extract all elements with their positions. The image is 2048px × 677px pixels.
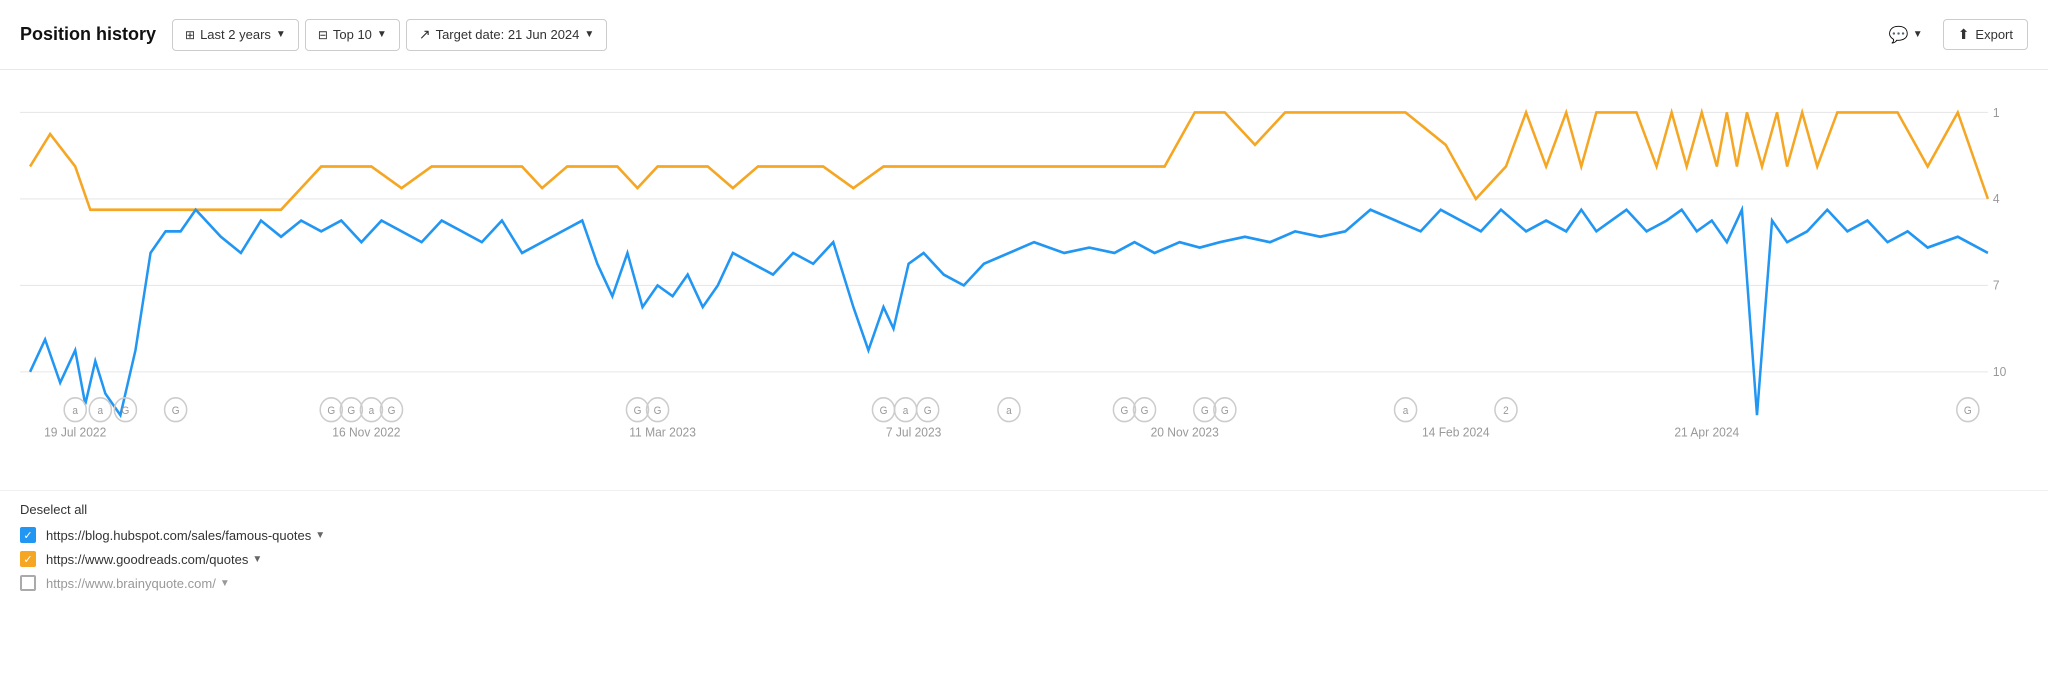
svg-text:4: 4 [1993, 192, 2000, 207]
brainyquote-url-button[interactable]: https://www.brainyquote.com/ ▼ [46, 576, 230, 591]
toolbar-right: 💬 ▼ ⬆ Export [1879, 19, 2028, 50]
svg-text:G: G [388, 406, 396, 417]
calendar-icon: ⊞ [185, 28, 195, 42]
svg-text:a: a [1006, 406, 1012, 417]
legend-area: Deselect all ✓ https://blog.hubspot.com/… [0, 490, 2048, 607]
svg-text:a: a [369, 406, 375, 417]
svg-text:G: G [347, 406, 355, 417]
export-button[interactable]: ⬆ Export [1943, 19, 2028, 50]
comment-button[interactable]: 💬 ▼ [1879, 20, 1933, 50]
deselect-all-button[interactable]: Deselect all [20, 502, 87, 517]
chevron-down-icon4: ▼ [1913, 29, 1923, 40]
list-item: https://www.brainyquote.com/ ▼ [20, 575, 2028, 591]
svg-text:a: a [903, 406, 909, 417]
chevron-down-icon2: ▼ [377, 29, 387, 40]
date-range-button[interactable]: ⊞ Last 2 years ▼ [172, 19, 299, 51]
marker-G-4: G [340, 398, 362, 422]
marker-a-5: a [998, 398, 1020, 422]
goodreads-checkbox[interactable]: ✓ [20, 551, 36, 567]
list-item: ✓ https://www.goodreads.com/quotes ▼ [20, 551, 2028, 567]
svg-text:G: G [172, 406, 180, 417]
chart-area: 1 4 7 10 19 Jul 2022 16 Nov 2022 11 Mar … [0, 70, 2048, 490]
brainyquote-checkbox[interactable] [20, 575, 36, 591]
svg-text:19 Jul 2022: 19 Jul 2022 [44, 425, 106, 440]
marker-G-13: G [1214, 398, 1236, 422]
marker-G-6: G [626, 398, 648, 422]
svg-text:G: G [1141, 406, 1149, 417]
check-icon2: ✓ [23, 553, 32, 566]
orange-line [30, 112, 1988, 209]
chevron-down-icon6: ▼ [252, 554, 262, 565]
legend-items: ✓ https://blog.hubspot.com/sales/famous-… [20, 527, 2028, 591]
svg-text:G: G [1964, 406, 1972, 417]
marker-G-3: G [320, 398, 342, 422]
svg-text:a: a [98, 406, 104, 417]
goodreads-url: https://www.goodreads.com/quotes [46, 552, 248, 567]
check-icon: ✓ [23, 529, 32, 542]
svg-text:16 Nov 2022: 16 Nov 2022 [332, 425, 400, 440]
svg-text:a: a [1403, 406, 1409, 417]
svg-text:G: G [654, 406, 662, 417]
hubspot-url: https://blog.hubspot.com/sales/famous-qu… [46, 528, 311, 543]
svg-text:G: G [122, 406, 130, 417]
date-range-label: Last 2 years [200, 27, 271, 42]
list-item: ✓ https://blog.hubspot.com/sales/famous-… [20, 527, 2028, 543]
chevron-down-icon: ▼ [276, 29, 286, 40]
comment-icon: 💬 [1889, 25, 1909, 45]
svg-text:2: 2 [1503, 406, 1509, 417]
svg-text:14 Feb 2024: 14 Feb 2024 [1422, 425, 1490, 440]
goodreads-url-button[interactable]: https://www.goodreads.com/quotes ▼ [46, 552, 262, 567]
position-chart: 1 4 7 10 19 Jul 2022 16 Nov 2022 11 Mar … [20, 80, 2008, 480]
svg-text:G: G [880, 406, 888, 417]
svg-text:G: G [1201, 406, 1209, 417]
trend-icon: ↗ [419, 26, 431, 43]
marker-G-2: G [165, 398, 187, 422]
svg-text:10: 10 [1993, 365, 2006, 380]
hubspot-url-button[interactable]: https://blog.hubspot.com/sales/famous-qu… [46, 528, 325, 543]
svg-text:G: G [1121, 406, 1129, 417]
grid-icon: ⊟ [318, 28, 328, 42]
export-icon: ⬆ [1958, 26, 1970, 43]
svg-text:G: G [1221, 406, 1229, 417]
toolbar: Position history ⊞ Last 2 years ▼ ⊟ Top … [0, 0, 2048, 70]
target-date-button[interactable]: ↗ Target date: 21 Jun 2024 ▼ [406, 19, 607, 51]
marker-G-11: G [1133, 398, 1155, 422]
svg-text:1: 1 [1993, 105, 2000, 120]
svg-text:G: G [327, 406, 335, 417]
top-filter-button[interactable]: ⊟ Top 10 ▼ [305, 19, 400, 51]
marker-a-4: a [895, 398, 917, 422]
marker-2: 2 [1495, 398, 1517, 422]
marker-a-3: a [360, 398, 382, 422]
hubspot-checkbox[interactable]: ✓ [20, 527, 36, 543]
chevron-down-icon3: ▼ [584, 29, 594, 40]
top-label: Top 10 [333, 27, 372, 42]
svg-text:20 Nov 2023: 20 Nov 2023 [1151, 425, 1219, 440]
svg-text:G: G [634, 406, 642, 417]
svg-text:7: 7 [1993, 278, 2000, 293]
marker-a-2: a [89, 398, 111, 422]
svg-text:G: G [924, 406, 932, 417]
page-container: Position history ⊞ Last 2 years ▼ ⊟ Top … [0, 0, 2048, 607]
brainyquote-url: https://www.brainyquote.com/ [46, 576, 216, 591]
marker-G-7: G [647, 398, 669, 422]
marker-a-6: a [1395, 398, 1417, 422]
marker-G-9: G [917, 398, 939, 422]
marker-G-5: G [380, 398, 402, 422]
chevron-down-icon5: ▼ [315, 530, 325, 541]
svg-text:a: a [72, 406, 78, 417]
marker-G-12: G [1194, 398, 1216, 422]
marker-G-14: G [1957, 398, 1979, 422]
svg-text:21 Apr 2024: 21 Apr 2024 [1674, 425, 1739, 440]
marker-a-1: a [64, 398, 86, 422]
export-label: Export [1975, 27, 2013, 42]
page-title: Position history [20, 24, 156, 45]
blue-line [30, 210, 1988, 415]
svg-text:11 Mar 2023: 11 Mar 2023 [629, 425, 696, 440]
chevron-down-icon7: ▼ [220, 578, 230, 589]
marker-G-8: G [872, 398, 894, 422]
svg-text:7 Jul 2023: 7 Jul 2023 [886, 425, 942, 440]
marker-G-10: G [1113, 398, 1135, 422]
target-date-label: Target date: 21 Jun 2024 [436, 27, 580, 42]
